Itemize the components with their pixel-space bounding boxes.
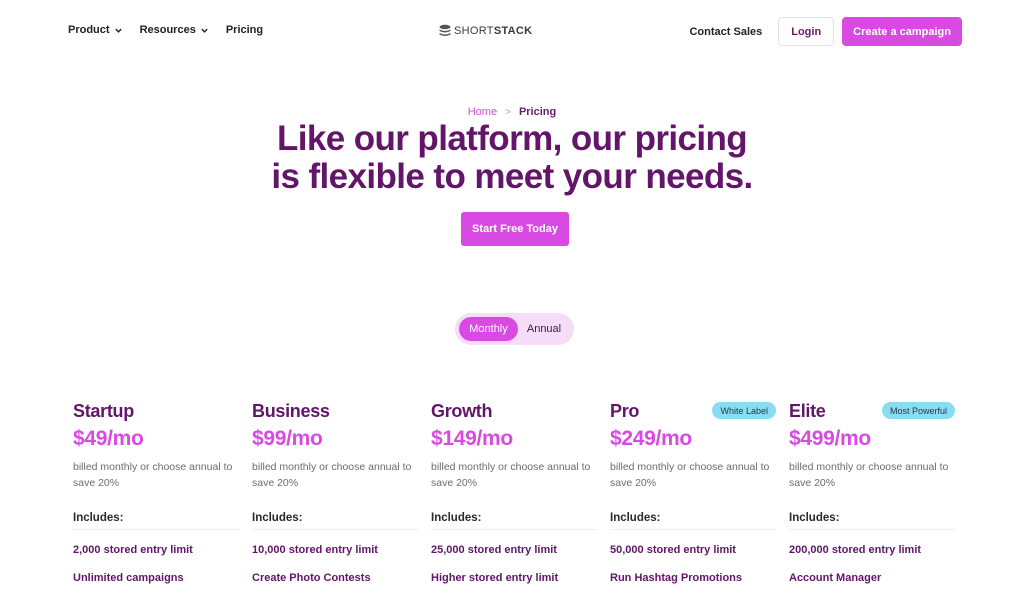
plan-card-startup: Startup $49/mo billed monthly or choose … (73, 399, 239, 585)
billing-toggle: Monthly Annual (455, 313, 574, 345)
breadcrumb-separator: > (505, 106, 511, 118)
breadcrumb: Home > Pricing (0, 106, 1024, 118)
plan-billing-note: billed monthly or choose annual to save … (610, 461, 770, 489)
billing-option-monthly[interactable]: Monthly (459, 317, 518, 341)
breadcrumb-home[interactable]: Home (468, 106, 497, 118)
chevron-down-icon (201, 28, 208, 33)
nav-item-label: Pricing (225, 24, 264, 36)
plan-feature: Account Manager (789, 572, 882, 584)
billing-option-annual[interactable]: Annual (518, 317, 570, 341)
create-campaign-button[interactable]: Create a campaign (842, 17, 962, 46)
plan-billing-note: billed monthly or choose annual to save … (73, 461, 233, 489)
plan-name: Startup (73, 401, 134, 421)
plan-includes-label: Includes: (252, 512, 418, 530)
page-title: Like our platform, our pricing is flexib… (271, 119, 753, 196)
nav-item-resources[interactable]: Resources (140, 24, 209, 36)
plan-billing-note: billed monthly or choose annual to save … (431, 461, 591, 489)
plan-price: $499/mo (789, 427, 871, 450)
contact-sales-link[interactable]: Contact Sales (689, 26, 762, 38)
login-button[interactable]: Login (778, 17, 835, 46)
plan-card-growth: Growth $149/mo billed monthly or choose … (431, 399, 597, 585)
nav-actions: Contact Sales Login Create a campaign (689, 17, 962, 46)
shortstack-logo[interactable]: SHORT STACK (439, 24, 532, 37)
plan-feature: 10,000 stored entry limit (252, 544, 378, 556)
plan-feature: 50,000 stored entry limit (610, 544, 736, 556)
start-free-button[interactable]: Start Free Today (461, 212, 569, 246)
plan-name: Growth (431, 401, 493, 421)
plan-billing-note: billed monthly or choose annual to save … (789, 461, 949, 489)
logo-text-stack: STACK (493, 24, 533, 37)
plan-price: $149/mo (431, 427, 513, 450)
plan-card-elite: Elite Most Powerful $499/mo billed month… (789, 399, 955, 585)
plan-billing-note: billed monthly or choose annual to save … (252, 461, 412, 489)
nav-item-pricing[interactable]: Pricing (226, 24, 263, 36)
plan-feature: Run Hashtag Promotions (610, 572, 743, 584)
stack-logo-icon (439, 24, 451, 36)
plan-badge: White Label (712, 402, 776, 419)
plan-includes-label: Includes: (73, 512, 239, 530)
chevron-down-icon (114, 28, 122, 33)
nav-menu: Product Resources Pricing (68, 24, 263, 36)
plan-name: Business (252, 401, 330, 421)
plan-card-business: Business $99/mo billed monthly or choose… (252, 399, 418, 585)
plan-card-pro: Pro White Label $249/mo billed monthly o… (610, 399, 776, 585)
plan-price: $99/mo (252, 427, 323, 450)
plan-feature: Higher stored entry limit (431, 572, 559, 584)
nav-item-product[interactable]: Product (68, 24, 123, 36)
plan-feature: 2,000 stored entry limit (73, 544, 193, 556)
plan-badge: Most Powerful (881, 402, 955, 419)
plan-feature: 200,000 stored entry limit (789, 544, 922, 556)
plan-feature: Create Photo Contests (252, 572, 371, 584)
plan-includes-label: Includes: (610, 512, 776, 530)
plan-feature: Unlimited campaigns (73, 572, 184, 584)
pricing-plans: Startup $49/mo billed monthly or choose … (73, 399, 957, 585)
nav-item-label: Resources (139, 24, 196, 36)
logo-text-short: SHORT (454, 24, 494, 37)
breadcrumb-current: Pricing (518, 106, 557, 118)
plan-feature: 25,000 stored entry limit (431, 544, 557, 556)
plan-price: $49/mo (73, 427, 144, 450)
nav-item-label: Product (68, 24, 110, 36)
top-navigation: Product Resources Pricing SHORT STACK Con… (0, 0, 1024, 62)
plan-price: $249/mo (610, 427, 692, 450)
plan-includes-label: Includes: (431, 512, 597, 530)
plan-includes-label: Includes: (789, 512, 955, 530)
